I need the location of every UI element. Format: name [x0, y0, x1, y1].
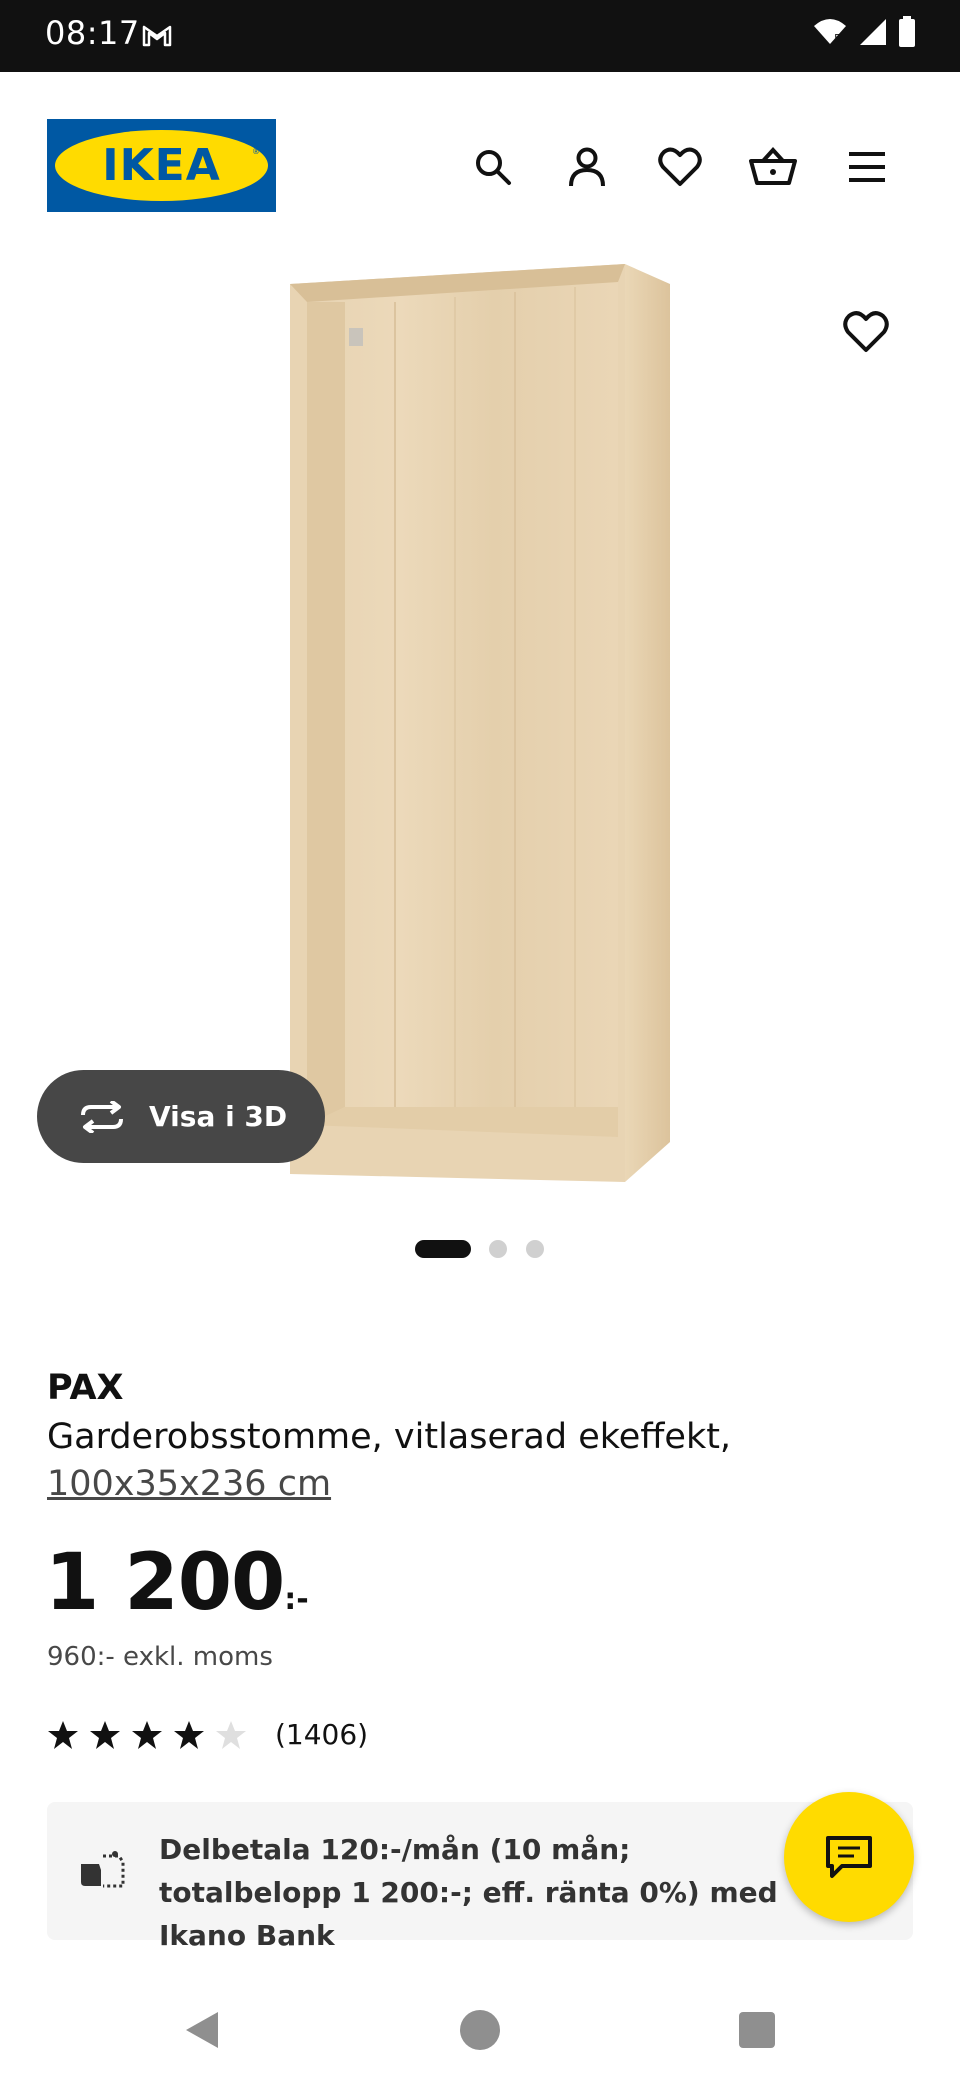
recents-button[interactable]: [729, 2002, 785, 2058]
back-icon: [186, 2012, 218, 2048]
menu-icon[interactable]: [842, 142, 892, 192]
wifi-icon: 5: [814, 19, 846, 45]
home-button[interactable]: [452, 2002, 508, 2058]
gallery-pagination: [0, 1240, 960, 1260]
cart-icon[interactable]: [748, 142, 798, 192]
ikea-logo[interactable]: IKEA ®: [47, 119, 276, 212]
product-description-block: Garderobsstomme, vitlaserad ekeffekt, 10…: [47, 1414, 917, 1508]
product-gallery[interactable]: Visa i 3D: [0, 262, 960, 1212]
star-filled-icon: [90, 1720, 120, 1749]
status-icons: 5: [812, 16, 916, 48]
pagination-dot-active[interactable]: [415, 1240, 471, 1258]
wishlist-icon[interactable]: [655, 142, 705, 192]
product-size-link[interactable]: 100x35x236 cm: [47, 1464, 331, 1504]
star-filled-icon: [132, 1720, 162, 1749]
chat-icon: [826, 1836, 872, 1878]
pagination-dot[interactable]: [526, 1240, 544, 1258]
search-icon[interactable]: [468, 142, 518, 192]
star-empty-icon: [216, 1720, 246, 1749]
site-header: IKEA ®: [0, 72, 960, 262]
status-time: 08:17: [45, 14, 140, 52]
installment-text: Delbetala 120:-/mån (10 mån; totalbelopp…: [159, 1833, 778, 1952]
gmail-icon: [142, 25, 172, 47]
add-to-favourites-icon[interactable]: [840, 306, 892, 358]
status-bar: 08:17 5: [0, 0, 960, 72]
account-icon[interactable]: [562, 142, 612, 192]
star-filled-icon: [48, 1720, 78, 1749]
signal-icon: [860, 19, 886, 45]
home-icon: [460, 2010, 500, 2050]
view-in-3d-button[interactable]: Visa i 3D: [37, 1070, 325, 1163]
product-description: Garderobsstomme, vitlaserad ekeffekt,: [47, 1417, 732, 1457]
installment-icon: [81, 1851, 125, 1888]
star-filled-icon: [174, 1720, 204, 1749]
review-count: (1406): [275, 1718, 369, 1751]
recents-icon: [739, 2012, 775, 2048]
product-price: 1 200:-: [45, 1538, 309, 1628]
chat-button[interactable]: [784, 1792, 914, 1922]
pagination-dot[interactable]: [489, 1240, 507, 1258]
battery-icon: [899, 16, 915, 47]
price-suffix: :-: [284, 1582, 309, 1617]
product-image: [290, 264, 670, 1182]
registered-mark: ®: [252, 147, 260, 156]
product-name: PAX: [47, 1368, 124, 1408]
view-in-3d-label: Visa i 3D: [149, 1100, 288, 1133]
product-rating[interactable]: (1406): [47, 1718, 368, 1751]
price-excl-vat: 960:- exkl. moms: [47, 1642, 273, 1672]
logo-text: IKEA: [102, 140, 221, 191]
installment-offer[interactable]: Delbetala 120:-/mån (10 mån; totalbelopp…: [47, 1802, 913, 1952]
rotate-3d-icon: [81, 1100, 123, 1133]
system-navigation-bar: [0, 1980, 960, 2080]
svg-text:5: 5: [834, 32, 841, 45]
price-integer: 1 200: [45, 1538, 285, 1628]
back-button[interactable]: [174, 2002, 230, 2058]
